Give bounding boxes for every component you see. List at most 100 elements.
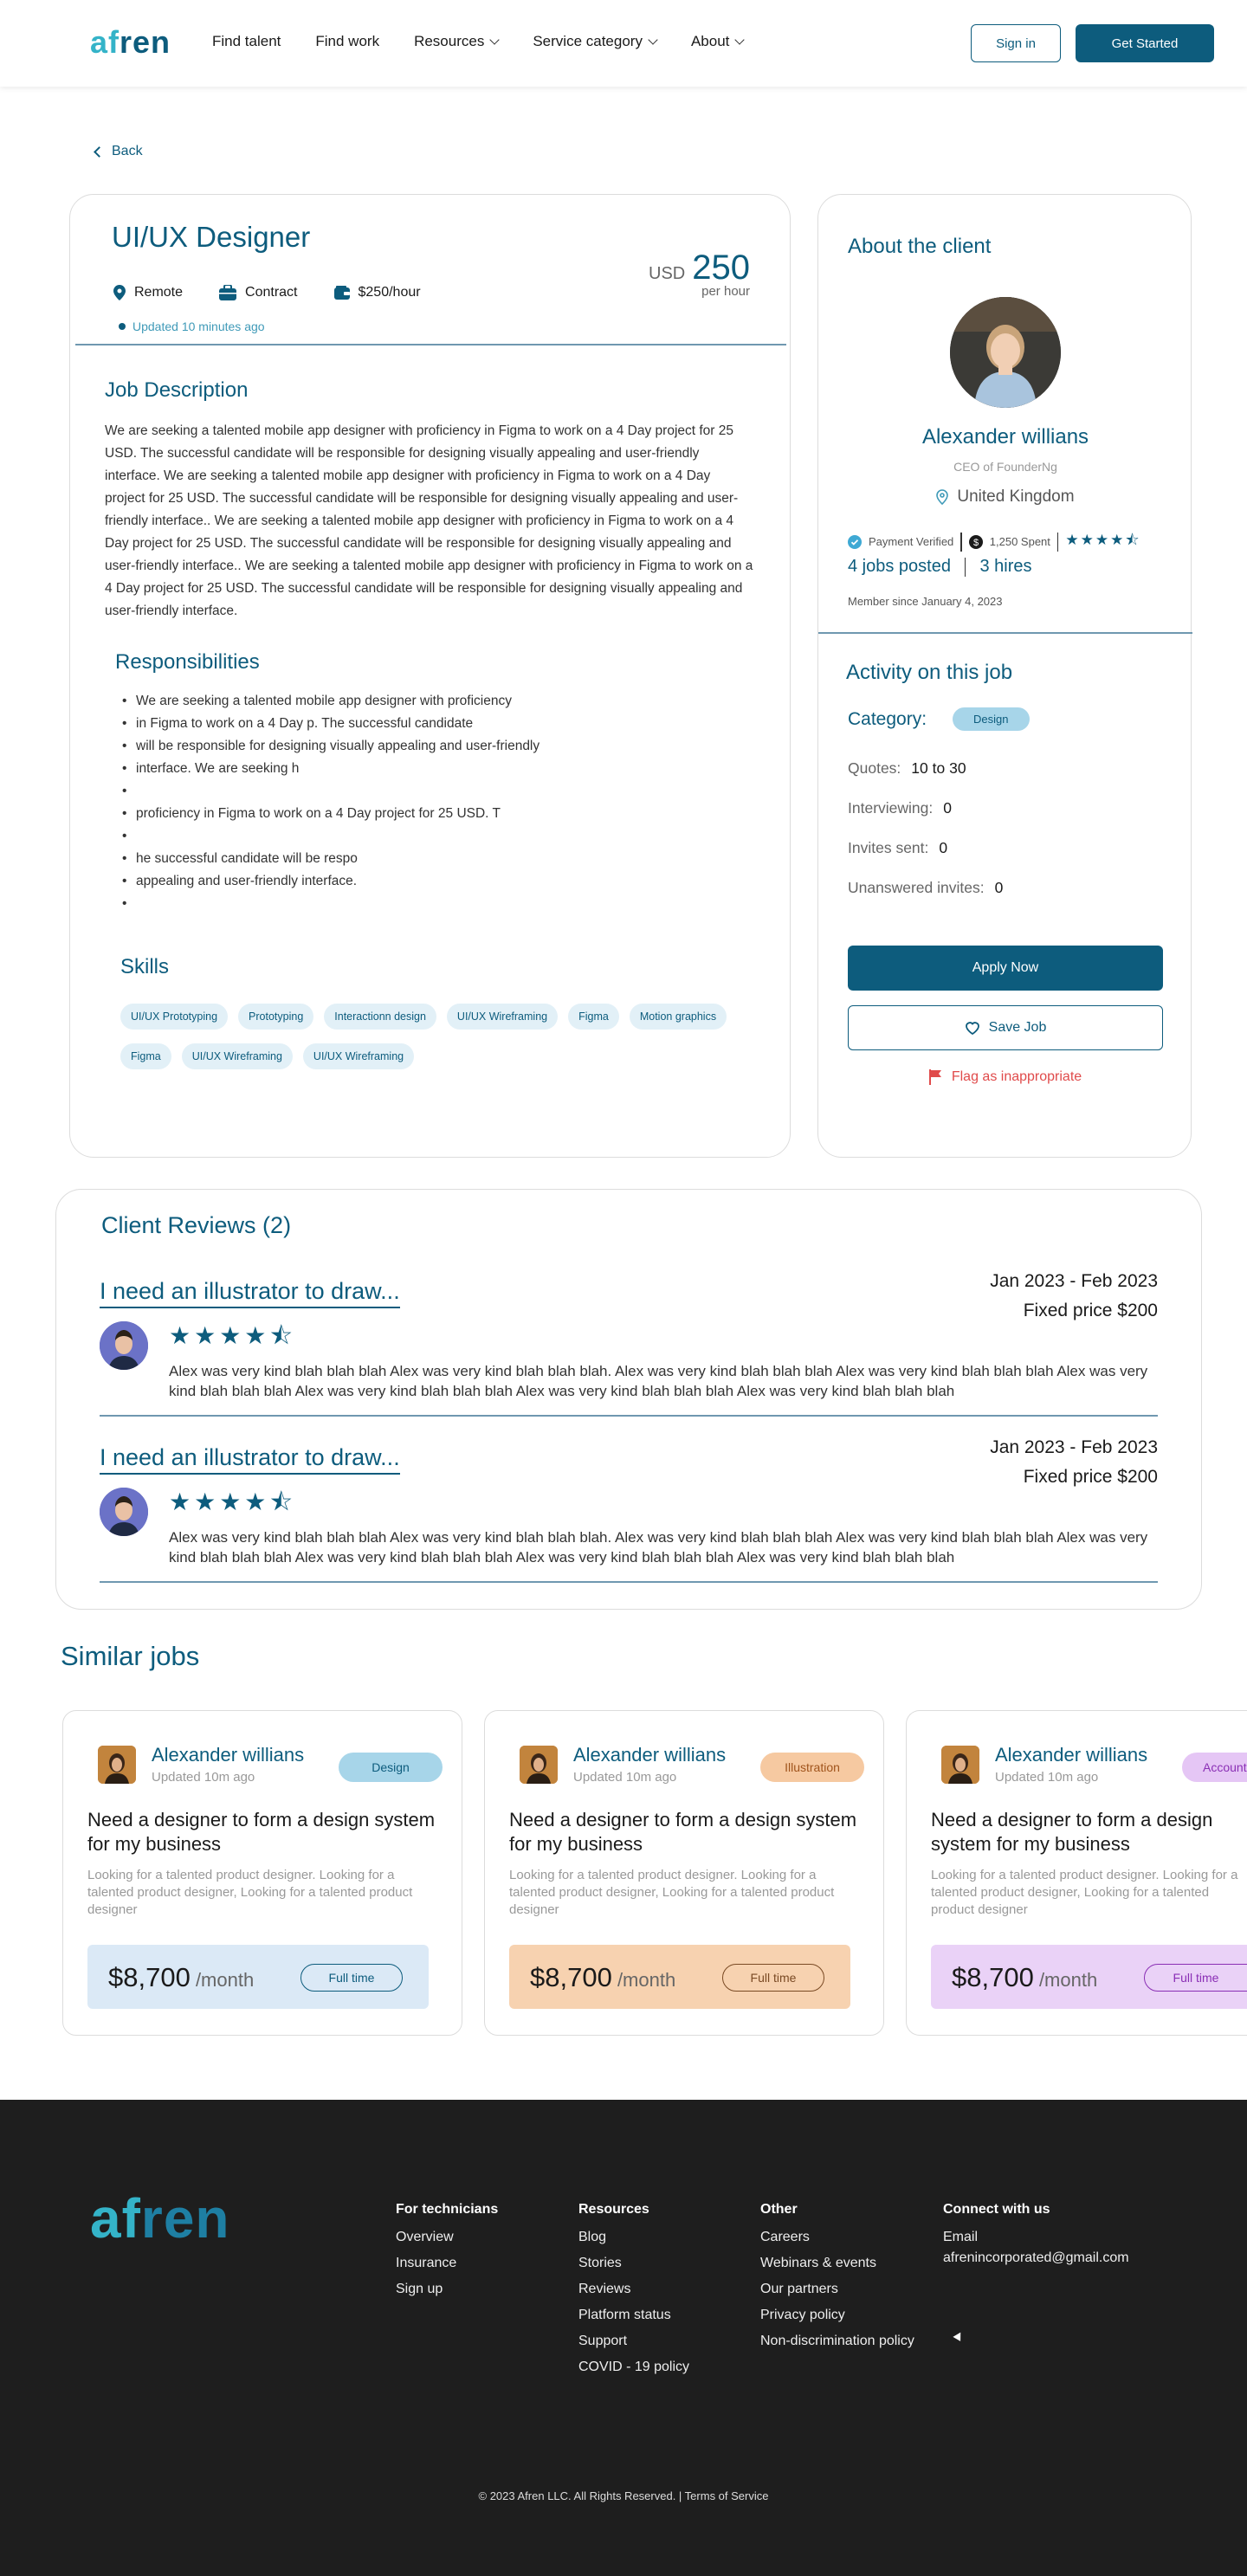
- sign-in-button[interactable]: Sign in: [971, 24, 1061, 62]
- skill-tag[interactable]: Figma: [120, 1043, 171, 1069]
- quotes-value: 10 to 30: [911, 759, 966, 777]
- skill-tag[interactable]: UI/UX Wireframing: [302, 1043, 415, 1069]
- footer-link[interactable]: Non-discrimination policy: [760, 2334, 914, 2349]
- job-details-card: UI/UX Designer Remote Contract $250/hour…: [69, 194, 791, 1158]
- afren-logo[interactable]: afren: [90, 24, 171, 61]
- footer: afren For technicians Overview Insurance…: [0, 2100, 1247, 2576]
- skill-tag[interactable]: UI/UX Wireframing: [446, 1004, 559, 1030]
- apply-now-button[interactable]: Apply Now: [848, 946, 1163, 991]
- company-avatar: [520, 1746, 558, 1784]
- updated-label: Updated 10m ago: [573, 1770, 677, 1785]
- footer-link[interactable]: Overview: [396, 2230, 498, 2245]
- footer-link[interactable]: Platform status: [578, 2308, 689, 2323]
- footer-link[interactable]: Careers: [760, 2230, 914, 2245]
- updated-label: Updated 10 minutes ago: [132, 320, 265, 333]
- review-price: Fixed price $200: [1023, 1467, 1158, 1487]
- skill-tag[interactable]: Figma: [568, 1004, 619, 1030]
- nav-service-category[interactable]: Service category: [533, 33, 658, 50]
- similar-job-card[interactable]: Alexander willians Updated 10m ago Illus…: [484, 1710, 884, 2036]
- footer-col-title: Resources: [578, 2202, 649, 2217]
- invites-label: Invites sent:: [848, 839, 929, 856]
- unanswered-label: Unanswered invites:: [848, 879, 985, 896]
- client-card: About the client Alexander willians CEO …: [817, 194, 1192, 1158]
- footer-email-label: Email: [943, 2230, 979, 2244]
- review-title-link[interactable]: I need an illustrator to draw...: [100, 1278, 400, 1308]
- poster-name: Alexander willians: [573, 1744, 727, 1766]
- review-price: Fixed price $200: [1023, 1301, 1158, 1320]
- footer-link[interactable]: Privacy policy: [760, 2308, 914, 2323]
- job-description: Looking for a talented product designer.…: [509, 1868, 835, 1917]
- skill-tag[interactable]: UI/UX Prototyping: [120, 1004, 229, 1030]
- review-item: I need an illustrator to draw... Jan 202…: [100, 1271, 1158, 1425]
- list-item: interface. We are seeking h: [122, 758, 540, 780]
- chevron-down-icon: [734, 35, 746, 45]
- footer-link[interactable]: Reviews: [578, 2282, 689, 2297]
- full-time-badge[interactable]: Full time: [722, 1964, 824, 1992]
- nav-find-talent[interactable]: Find talent: [212, 33, 281, 50]
- client-location-label: United Kingdom: [957, 487, 1075, 506]
- footer-col-title: Connect with us: [943, 2202, 1050, 2217]
- interviewing-row: Interviewing: 0: [848, 799, 952, 817]
- footer-logo[interactable]: afren: [90, 2186, 230, 2250]
- flag-label: Flag as inappropriate: [951, 1069, 1082, 1084]
- reviewer-avatar: [100, 1488, 148, 1536]
- chevron-down-icon: [489, 35, 501, 45]
- skill-tag[interactable]: UI/UX Wireframing: [181, 1043, 293, 1069]
- divider: [100, 1581, 1158, 1583]
- back-label: Back: [112, 144, 143, 158]
- category-badge: Design: [953, 707, 1030, 731]
- footer-link[interactable]: Support: [578, 2334, 689, 2349]
- copyright: © 2023 Afren LLC. All Rights Reserved. |…: [478, 2489, 769, 2502]
- skill-tag[interactable]: Interactionn design: [324, 1004, 436, 1030]
- divider: [75, 344, 786, 345]
- reviews-title: Client Reviews (2): [101, 1212, 292, 1238]
- job-title: UI/UX Designer: [112, 221, 311, 253]
- nav-about[interactable]: About: [691, 33, 746, 50]
- top-navbar: afren Find talent Find work Resources Se…: [0, 0, 1247, 87]
- client-reviews-section: Client Reviews (2) I need an illustrator…: [55, 1189, 1202, 1610]
- job-description: Looking for a talented product designer.…: [87, 1868, 413, 1917]
- nav-resources-label: Resources: [414, 33, 485, 49]
- divider: [1056, 532, 1059, 552]
- updated-status: Updated 10 minutes ago: [119, 320, 265, 333]
- client-badges: Payment Verified $ 1,250 Spent ★★★★⯪: [848, 529, 1140, 554]
- skills-list: UI/UX Prototyping Prototyping Interactio…: [120, 1004, 761, 1069]
- save-job-button[interactable]: Save Job: [848, 1005, 1163, 1050]
- similar-job-card[interactable]: Alexander willians Updated 10m ago Desig…: [62, 1710, 462, 2036]
- list-item: he successful candidate will be respo: [122, 848, 540, 870]
- get-started-button[interactable]: Get Started: [1076, 24, 1214, 62]
- footer-link[interactable]: Insurance: [396, 2256, 498, 2271]
- back-link[interactable]: Back: [94, 144, 143, 159]
- job-heading: Need a designer to form a design system …: [87, 1809, 436, 1855]
- footer-link[interactable]: COVID - 19 policy: [578, 2360, 689, 2375]
- footer-link[interactable]: Sign up: [396, 2282, 498, 2297]
- salary-amount: $8,700: [952, 1962, 1034, 1992]
- reviewer-avatar: [100, 1321, 148, 1370]
- full-time-badge[interactable]: Full time: [1144, 1964, 1247, 1992]
- person-photo-icon: [950, 297, 1061, 408]
- full-time-badge[interactable]: Full time: [300, 1964, 403, 1992]
- review-title-link[interactable]: I need an illustrator to draw...: [100, 1444, 400, 1475]
- salary-period: /month: [611, 1969, 676, 1991]
- footer-link[interactable]: Webinars & events: [760, 2256, 914, 2271]
- salary-period: /month: [1033, 1969, 1098, 1991]
- review-text: Alex was very kind blah blah blah Alex w…: [169, 1529, 1148, 1566]
- salary-period: /month: [190, 1969, 255, 1991]
- footer-col-other: Other Careers Webinars & events Our part…: [760, 2202, 914, 2360]
- interviewing-value: 0: [943, 799, 952, 817]
- footer-email-link[interactable]: afrenincorporated@gmail.com: [943, 2250, 1129, 2266]
- similar-job-card[interactable]: Alexander willians Updated 10m ago Accou…: [906, 1710, 1247, 2036]
- footer-link[interactable]: Our partners: [760, 2282, 914, 2297]
- footer-link[interactable]: Blog: [578, 2230, 689, 2245]
- list-item: [122, 780, 540, 803]
- footer-col-title: Other: [760, 2202, 798, 2217]
- nav-find-work[interactable]: Find work: [315, 33, 379, 50]
- nav-resources[interactable]: Resources: [414, 33, 501, 50]
- quotes-label: Quotes:: [848, 759, 901, 777]
- flag-inappropriate-link[interactable]: Flag as inappropriate: [818, 1069, 1192, 1085]
- skill-tag[interactable]: Prototyping: [238, 1004, 314, 1030]
- footer-link[interactable]: Stories: [578, 2256, 689, 2271]
- price-currency: USD: [649, 264, 686, 283]
- client-role: CEO of FounderNg: [953, 460, 1057, 474]
- skill-tag[interactable]: Motion graphics: [629, 1004, 727, 1030]
